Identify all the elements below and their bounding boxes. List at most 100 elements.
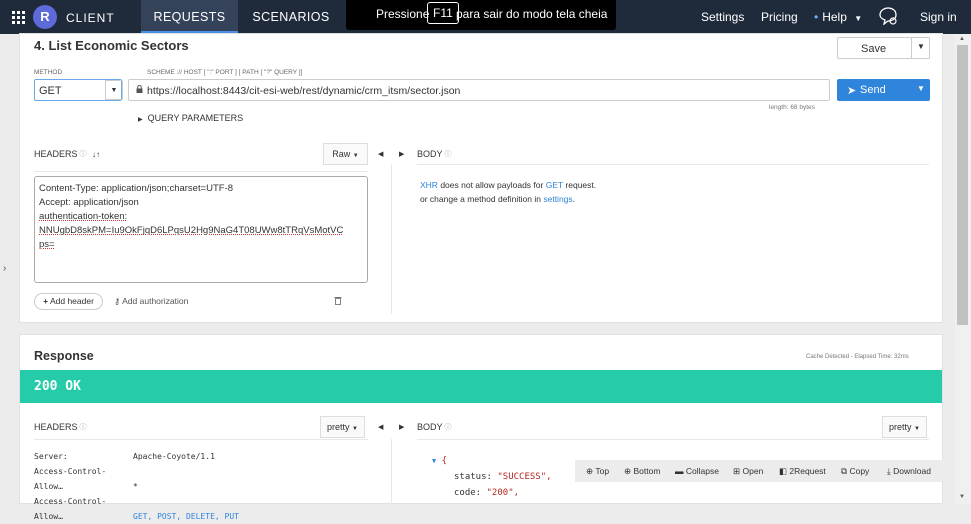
divider [391,439,392,505]
fullscreen-notice-text: Pressione [376,7,430,21]
send-dropdown-icon[interactable]: ▼ [917,84,925,93]
info-icon: ⓘ [79,151,87,158]
json-key: code: [454,488,482,498]
response-panel: Response Cache Detected - Elapsed Time: … [19,334,944,521]
trash-icon[interactable] [334,296,342,305]
apps-grid-icon[interactable] [12,11,25,24]
send-icon: ➤ [847,85,857,97]
json-line: code: "200", [432,485,552,501]
sort-icon[interactable]: ↓↑ [92,150,100,159]
headers-editor[interactable]: Content-Type: application/json;charset=U… [34,176,368,283]
body-heading: BODY ⓘ [417,149,452,159]
open-button[interactable]: ⊞ Open [733,466,763,477]
bottom-button[interactable]: ⊕ Bottom [624,466,660,477]
add-authorization-link[interactable]: ⚷ Add authorization [114,296,188,307]
response-header-row: Server: Apache-Coyote/1.1 [34,449,239,464]
request-icon: ◧ [779,466,788,476]
body-message-line2: or change a method definition in setting… [420,192,596,206]
body-message-text: request. [565,180,597,190]
method-label: METHOD [34,69,63,76]
help-dot-icon: • [814,10,819,24]
fullscreen-notice: Pressione F11 para sair do modo tela che… [346,0,616,30]
save-separator [911,38,912,58]
settings-link[interactable]: Settings [701,10,744,24]
response-header-row: Access-Control-Allow… GET, POST, DELETE, … [34,494,239,524]
headers-label: HEADERS [34,149,78,159]
send-button[interactable]: ➤ Send ▼ [837,79,930,101]
send-label: Send [860,84,886,96]
add-header-button[interactable]: + Add header [34,293,103,310]
fullscreen-key: F11 [427,2,459,24]
collapse-node-icon[interactable]: ▼ [432,457,436,465]
response-header-row: Access-Control-Allow… * [34,464,239,494]
expand-sidebar-icon[interactable]: › [3,263,6,274]
json-toolbar: ⊕ Top ⊕ Bottom ▬ Collapse ⊞ Open ◧ 2Requ… [575,460,944,482]
save-button[interactable]: Save ▼ [837,37,930,59]
body-message: XHR does not allow payloads for GET requ… [420,178,596,206]
header-line-text: Content-Type: application/json;charset=U… [39,183,234,194]
request-button[interactable]: ◧ 2Request [779,466,826,477]
response-header-value: Apache-Coyote/1.1 [133,452,215,461]
response-header-value: * [133,482,138,491]
body-label: BODY [417,422,443,432]
copy-button[interactable]: ⧉ Copy [841,466,869,477]
response-body-format-select[interactable]: pretty ▼ [882,416,927,438]
header-line: ps= [39,239,55,250]
download-label: Download [893,466,931,476]
query-parameters-label: QUERY PARAMETERS [147,113,244,123]
response-headers-format-select[interactable]: pretty ▼ [320,416,365,438]
divider [417,439,929,440]
header-line: NNUgbD8skPM=Iu9OkFjqD6LPqsU2Hg9NaG4T08UW… [39,225,344,236]
collapse-button[interactable]: ▬ Collapse [675,466,719,476]
top-button[interactable]: ⊕ Top [586,466,609,477]
length-info: length: 68 bytes [769,104,815,111]
body-message-text: does not allow payloads for [440,180,544,190]
download-button[interactable]: ⤓ Download [887,466,931,477]
collapse-left-icon[interactable]: ◀ [378,423,383,431]
help-label: Help [822,10,847,24]
expand-icon: ⊞ [733,466,741,476]
save-dropdown-icon[interactable]: ▼ [917,42,925,51]
chat-icon[interactable] [878,7,898,25]
pricing-link[interactable]: Pricing [761,10,798,24]
expand-right-icon[interactable]: ▶ [399,423,404,431]
headers-format-select[interactable]: Raw ▼ [323,143,368,165]
body-label: BODY [417,149,443,159]
divider [34,439,368,440]
add-header-label: Add header [49,296,94,306]
scroll-up-icon[interactable]: ▲ [959,36,965,42]
settings-link[interactable]: settings [543,194,572,204]
sign-in-link[interactable]: Sign in [920,10,957,24]
response-title: Response [34,349,94,363]
body-message-line1: XHR does not allow payloads for GET requ… [420,178,596,192]
divider [391,164,392,314]
get-link[interactable]: GET [546,180,563,190]
method-dropdown-icon[interactable]: ▼ [105,80,123,100]
add-authorization-label: Add authorization [122,296,189,306]
arrow-up-icon: ⊕ [586,466,594,476]
expand-right-icon[interactable]: ▶ [399,150,404,158]
query-parameters-toggle[interactable]: ▶ QUERY PARAMETERS [138,113,243,123]
json-value: "SUCCESS", [497,472,552,482]
response-meta: Cache Detected - Elapsed Time: 32ms [806,354,909,360]
fullscreen-notice-text-after: para sair do modo tela cheia [456,7,608,21]
url-input[interactable]: https://localhost:8443/cit-esi-web/rest/… [128,79,830,101]
scrollbar-thumb[interactable] [957,45,968,325]
brand-name: CLIENT [66,11,115,25]
info-icon: ⓘ [79,424,87,431]
body-message-text: or change a method definition in [420,194,541,204]
tab-scenarios[interactable]: SCENARIOS [242,0,340,34]
bottom-label: Bottom [633,466,661,476]
scroll-down-icon[interactable]: ▼ [959,494,965,500]
xhr-link[interactable]: XHR [420,180,438,190]
request-title: 4. List Economic Sectors [34,38,189,53]
collapse-left-icon[interactable]: ◀ [378,150,383,158]
raw-label: Raw [332,149,351,159]
tab-requests[interactable]: REQUESTS [141,0,238,34]
json-brace: { [441,456,448,466]
save-label: Save [861,43,887,55]
help-menu[interactable]: • Help ▼ [814,10,862,24]
pretty-label: pretty [327,422,350,432]
header-line: Content-Type: application/json;charset=U… [39,182,363,196]
lock-icon [136,85,143,93]
